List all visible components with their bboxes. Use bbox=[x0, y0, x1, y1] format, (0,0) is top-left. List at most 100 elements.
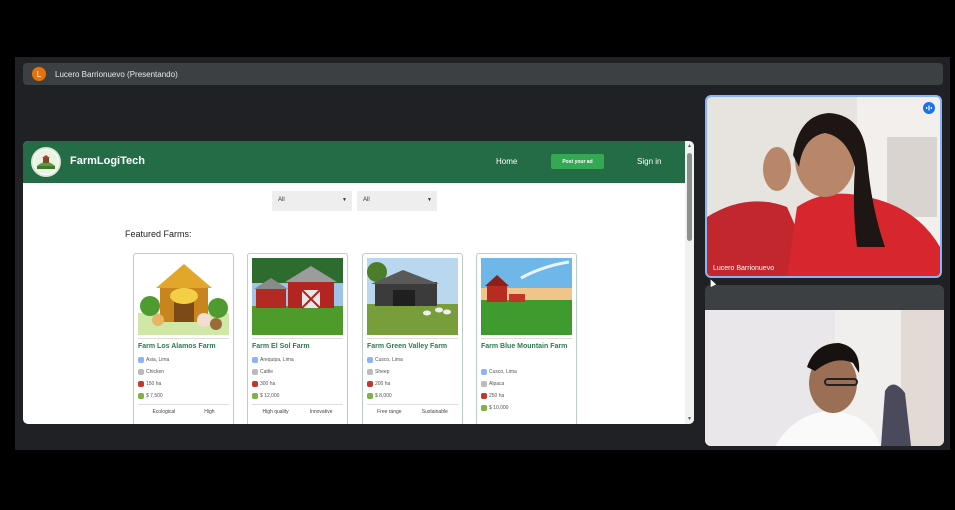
money-icon bbox=[252, 393, 258, 399]
farm-tags: High quality Innovative bbox=[252, 409, 343, 415]
farm-tags: Ecological High bbox=[138, 409, 229, 415]
farm-price: $ 8,000 bbox=[367, 390, 458, 402]
shared-screen: FarmLogiTech Home Post your ad Sign in A… bbox=[23, 141, 694, 424]
farm-location: Cusco, Lima bbox=[481, 366, 572, 378]
farm-area: 200 ha bbox=[367, 378, 458, 390]
presenting-label: Lucero Barrionuevo (Presentando) bbox=[55, 69, 178, 79]
farm-animal: Chicken bbox=[138, 366, 229, 378]
chevron-down-icon: ▼ bbox=[427, 197, 432, 203]
animal-text: Chicken bbox=[146, 369, 165, 375]
farm-price: $ 7,500 bbox=[138, 390, 229, 402]
price-text: $ 8,000 bbox=[375, 393, 392, 399]
farm-image bbox=[367, 258, 458, 335]
card-divider bbox=[138, 404, 229, 405]
money-icon bbox=[367, 393, 373, 399]
farm-area: 250 ha bbox=[481, 390, 572, 402]
farm-animal: Sheep bbox=[367, 366, 458, 378]
tag: Sustainable bbox=[421, 409, 448, 415]
tag: Ecological bbox=[152, 409, 176, 415]
map-icon bbox=[367, 357, 373, 363]
farm-area: 150 ha bbox=[138, 378, 229, 390]
area-text: 200 ha bbox=[375, 381, 391, 387]
barn-icon bbox=[252, 381, 258, 387]
speaking-indicator-icon bbox=[923, 102, 935, 114]
card-divider bbox=[252, 404, 343, 405]
brand-name[interactable]: FarmLogiTech bbox=[70, 155, 145, 167]
filter-select-2[interactable]: All ▼ bbox=[357, 191, 437, 211]
location-text: Asia, Lima bbox=[146, 357, 170, 363]
area-text: 250 ha bbox=[489, 393, 505, 399]
featured-heading: Featured Farms: bbox=[125, 229, 192, 239]
animal-icon bbox=[138, 369, 144, 375]
money-icon bbox=[481, 405, 487, 411]
farm-title[interactable]: Farm Blue Mountain Farm bbox=[481, 341, 572, 366]
participant-video bbox=[705, 285, 944, 446]
farm-animal: Alpaca bbox=[481, 378, 572, 390]
presenting-bar: L Lucero Barrionuevo (Presentando) bbox=[23, 63, 943, 85]
animal-text: Alpaca bbox=[489, 381, 505, 387]
participant-tile-2[interactable] bbox=[705, 285, 944, 446]
presenter-avatar: L bbox=[32, 67, 46, 81]
barn-icon bbox=[481, 393, 487, 399]
post-ad-button[interactable]: Post your ad bbox=[551, 154, 604, 169]
farm-animal: Cattle bbox=[252, 366, 343, 378]
sign-in-link[interactable]: Sign in bbox=[637, 157, 661, 166]
animal-icon bbox=[367, 369, 373, 375]
filter-select-1[interactable]: All ▼ bbox=[272, 191, 352, 211]
farm-area: 300 ha bbox=[252, 378, 343, 390]
barn-icon bbox=[367, 381, 373, 387]
farm-price: $ 10,000 bbox=[481, 402, 572, 414]
scroll-thumb[interactable] bbox=[687, 153, 692, 241]
card-divider bbox=[367, 338, 458, 339]
meeting-window: L Lucero Barrionuevo (Presentando) FarmL… bbox=[15, 57, 950, 450]
card-divider bbox=[481, 338, 572, 339]
location-text: Arequipa, Lima bbox=[260, 357, 294, 363]
animal-text: Cattle bbox=[260, 369, 274, 375]
page-scrollbar[interactable]: ▲ ▼ bbox=[685, 141, 694, 424]
price-text: $ 12,000 bbox=[260, 393, 280, 399]
map-icon bbox=[481, 369, 487, 375]
chevron-down-icon: ▼ bbox=[342, 197, 347, 203]
tag: Free range bbox=[377, 409, 402, 415]
farm-price: $ 12,000 bbox=[252, 390, 343, 402]
barn-icon bbox=[138, 381, 144, 387]
card-divider bbox=[252, 338, 343, 339]
farm-title[interactable]: Farm Green Valley Farm bbox=[367, 341, 458, 354]
price-text: $ 10,000 bbox=[489, 405, 509, 411]
farm-card[interactable]: Farm Blue Mountain Farm Cusco, Lima Alpa… bbox=[476, 253, 577, 424]
card-divider bbox=[138, 338, 229, 339]
filter-select-2-value: All bbox=[363, 197, 370, 203]
location-text: Cusco, Lima bbox=[375, 357, 403, 363]
money-icon bbox=[138, 393, 144, 399]
scroll-up-icon[interactable]: ▲ bbox=[687, 143, 692, 149]
filter-select-1-value: All bbox=[278, 197, 285, 203]
farm-card[interactable]: Farm Green Valley Farm Cusco, Lima Sheep… bbox=[362, 253, 463, 424]
participant-name: Lucero Barrionuevo bbox=[713, 265, 775, 272]
nav-home-link[interactable]: Home bbox=[496, 157, 517, 166]
animal-icon bbox=[481, 381, 487, 387]
farm-location: Asia, Lima bbox=[138, 354, 229, 366]
animal-icon bbox=[252, 369, 258, 375]
farm-card[interactable]: Farm El Sol Farm Arequipa, Lima Cattle 3… bbox=[247, 253, 348, 424]
map-icon bbox=[252, 357, 258, 363]
farm-image bbox=[138, 258, 229, 335]
farm-image bbox=[252, 258, 343, 335]
participant-video bbox=[707, 97, 940, 276]
location-text: Cusco, Lima bbox=[489, 369, 517, 375]
farm-tags: Free range Sustainable bbox=[367, 409, 458, 415]
farm-title[interactable]: Farm Los Alamos Farm bbox=[138, 341, 229, 354]
tag: High bbox=[204, 409, 215, 415]
scroll-down-icon[interactable]: ▼ bbox=[687, 416, 692, 422]
price-text: $ 7,500 bbox=[146, 393, 163, 399]
farm-location: Cusco, Lima bbox=[367, 354, 458, 366]
animal-text: Sheep bbox=[375, 369, 390, 375]
participant-tile-lucero[interactable]: Lucero Barrionuevo bbox=[705, 95, 942, 278]
map-icon bbox=[138, 357, 144, 363]
farm-card[interactable]: Farm Los Alamos Farm Asia, Lima Chicken … bbox=[133, 253, 234, 424]
area-text: 300 ha bbox=[260, 381, 276, 387]
farm-title[interactable]: Farm El Sol Farm bbox=[252, 341, 343, 354]
farm-logo-icon[interactable] bbox=[31, 147, 61, 177]
area-text: 150 ha bbox=[146, 381, 162, 387]
card-divider bbox=[367, 404, 458, 405]
tag: Innovative bbox=[309, 409, 333, 415]
